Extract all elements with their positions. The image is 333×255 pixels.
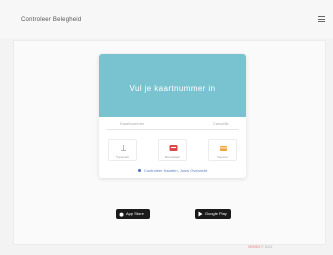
- gift-voucher-icon: [220, 146, 227, 151]
- page: Controleer Belegheid Vul je kaartnummer …: [0, 0, 333, 255]
- footer: VEKSO © 2021: [248, 245, 272, 249]
- hamburger-menu-icon[interactable]: [318, 16, 325, 22]
- card-heading: Vul je kaartnummer in: [129, 84, 216, 93]
- google-play-button[interactable]: Google Play: [195, 209, 231, 219]
- google-play-icon: [198, 211, 203, 217]
- app-store-label: App Store: [126, 211, 144, 216]
- option-label: Voucher: [216, 155, 228, 159]
- app-title: Controleer Belegheid: [21, 17, 82, 23]
- help-link[interactable]: Controleer Kaarten, Jouw Overzicht: [99, 168, 246, 173]
- app-store-button[interactable]: App Store: [116, 209, 150, 219]
- option-voucher[interactable]: Voucher: [208, 139, 237, 161]
- footer-brand: VEKSO: [248, 245, 261, 249]
- shop-card-icon: [169, 145, 178, 151]
- option-typecode[interactable]: Typecode: [108, 139, 137, 161]
- footer-copyright: © 2021: [261, 245, 273, 249]
- scale-icon: [121, 145, 126, 151]
- option-label: Typecode: [115, 155, 129, 159]
- input-hint[interactable]: Cancelle: [213, 121, 229, 126]
- card-lookup: Vul je kaartnummer in Cancelle Typecode …: [99, 54, 246, 178]
- help-link-text: Controleer Kaarten, Jouw Overzicht: [143, 168, 208, 173]
- header-bar: Controleer Belegheid: [0, 0, 333, 38]
- card-header: Vul je kaartnummer in: [99, 54, 246, 117]
- apple-icon: [119, 212, 124, 217]
- option-bonuskaart[interactable]: Bonuskaart: [158, 139, 187, 161]
- google-play-label: Google Play: [205, 211, 227, 216]
- info-icon: [137, 169, 141, 173]
- option-label: Bonuskaart: [164, 155, 181, 159]
